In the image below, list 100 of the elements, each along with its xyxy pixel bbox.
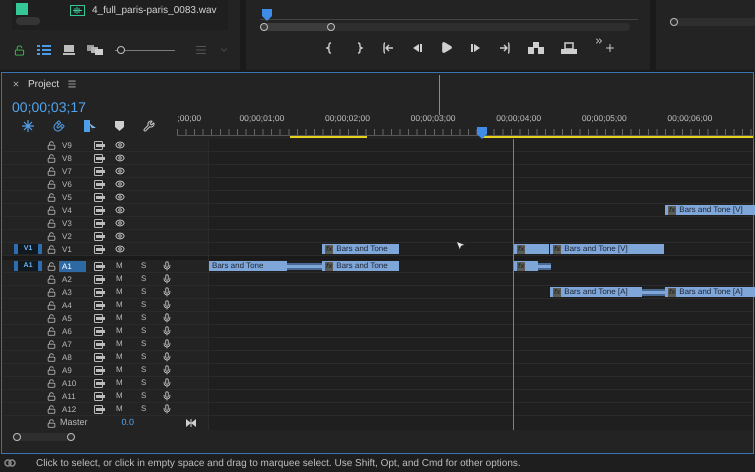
solo-toggle[interactable]: S xyxy=(141,325,153,337)
track-name[interactable]: A11 xyxy=(59,390,86,402)
sync-lock-icon[interactable] xyxy=(94,274,105,284)
eye-icon[interactable] xyxy=(115,244,125,254)
mute-toggle[interactable]: M xyxy=(116,325,128,337)
lock-icon[interactable] xyxy=(47,314,56,322)
list-view-icon[interactable] xyxy=(37,45,51,55)
microphone-icon[interactable] xyxy=(162,274,172,284)
solo-toggle[interactable]: S xyxy=(141,273,153,285)
mute-toggle[interactable]: M xyxy=(116,299,128,311)
lock-icon[interactable] xyxy=(14,44,25,56)
microphone-icon[interactable] xyxy=(162,287,172,297)
microphone-icon[interactable] xyxy=(162,300,172,310)
sync-lock-icon[interactable] xyxy=(94,192,105,202)
lock-icon[interactable] xyxy=(47,418,56,428)
sync-lock-icon[interactable] xyxy=(94,206,105,214)
lock-icon[interactable] xyxy=(47,140,56,150)
eye-icon[interactable] xyxy=(115,153,125,163)
microphone-icon[interactable] xyxy=(162,261,172,271)
sync-lock-icon[interactable] xyxy=(94,378,105,388)
track-name[interactable]: V4 xyxy=(59,204,86,216)
go-to-out-icon[interactable] xyxy=(499,42,511,54)
track-name[interactable]: A5 xyxy=(59,312,86,324)
lock-icon[interactable] xyxy=(47,166,56,176)
lock-icon[interactable] xyxy=(47,288,56,296)
lock-icon[interactable] xyxy=(47,392,56,400)
panel-tab[interactable]: Project xyxy=(28,76,60,92)
lock-icon[interactable] xyxy=(47,180,56,188)
playhead-marker[interactable] xyxy=(477,127,488,139)
overwrite-icon[interactable] xyxy=(561,42,577,54)
solo-toggle[interactable]: S xyxy=(141,312,153,324)
lock-icon[interactable] xyxy=(47,274,56,284)
sync-lock-icon[interactable] xyxy=(94,326,105,336)
eye-icon[interactable] xyxy=(115,205,125,215)
mute-toggle[interactable]: M xyxy=(116,390,128,402)
sync-lock-icon[interactable] xyxy=(94,392,105,400)
slider-thumb[interactable] xyxy=(117,46,126,54)
mute-toggle[interactable]: M xyxy=(116,338,128,350)
zoom-scrollbar[interactable] xyxy=(260,23,630,31)
microphone-icon[interactable] xyxy=(162,326,172,336)
microphone-icon[interactable] xyxy=(162,313,172,323)
close-icon[interactable] xyxy=(12,80,20,88)
solo-toggle[interactable]: S xyxy=(141,286,153,298)
sync-lock-icon[interactable] xyxy=(94,262,105,270)
sync-lock-icon[interactable] xyxy=(94,218,105,228)
solo-toggle[interactable]: S xyxy=(141,364,153,376)
track-name[interactable]: A2 xyxy=(59,274,86,284)
add-button-icon[interactable] xyxy=(604,42,616,54)
eye-icon[interactable] xyxy=(115,192,125,202)
lock-icon[interactable] xyxy=(47,352,56,362)
sync-lock-icon[interactable] xyxy=(94,154,105,162)
step-forward-icon[interactable] xyxy=(470,42,482,54)
microphone-icon[interactable] xyxy=(162,365,172,375)
eye-icon[interactable] xyxy=(115,140,125,150)
track-name[interactable]: V8 xyxy=(59,152,86,164)
eye-icon[interactable] xyxy=(115,231,125,241)
bowtie-icon[interactable] xyxy=(186,419,196,427)
track-name[interactable]: A6 xyxy=(59,326,86,336)
sync-lock-icon[interactable] xyxy=(94,366,105,374)
eye-icon[interactable] xyxy=(115,166,125,176)
lock-icon[interactable] xyxy=(47,262,56,270)
mute-toggle[interactable]: M xyxy=(116,286,128,298)
lock-icon[interactable] xyxy=(47,192,56,202)
solo-toggle[interactable]: S xyxy=(141,260,153,272)
mute-toggle[interactable]: M xyxy=(116,351,128,363)
track-name[interactable]: A12 xyxy=(59,404,86,414)
track-name[interactable]: V5 xyxy=(59,192,86,202)
step-back-icon[interactable] xyxy=(411,42,423,54)
lock-icon[interactable] xyxy=(47,218,56,228)
track-name[interactable]: V6 xyxy=(59,178,86,190)
lock-icon[interactable] xyxy=(47,378,56,388)
track-name[interactable]: A8 xyxy=(59,352,86,362)
linked-selection-icon[interactable] xyxy=(84,120,96,132)
mute-toggle[interactable]: M xyxy=(116,260,128,272)
sync-lock-icon[interactable] xyxy=(94,300,105,310)
mute-toggle[interactable]: M xyxy=(116,273,128,285)
creative-cloud-icon[interactable] xyxy=(4,458,16,468)
mute-toggle[interactable]: M xyxy=(116,364,128,376)
microphone-icon[interactable] xyxy=(162,352,172,362)
lock-icon[interactable] xyxy=(47,244,56,254)
track-name[interactable]: A9 xyxy=(59,364,86,376)
track-name[interactable]: V9 xyxy=(59,140,86,150)
sync-lock-icon[interactable] xyxy=(94,340,105,348)
timecode[interactable]: 00;00;03;17 xyxy=(12,99,178,116)
wrench-icon[interactable] xyxy=(143,120,155,132)
track-name[interactable]: V2 xyxy=(59,230,86,242)
sync-lock-icon[interactable] xyxy=(94,180,105,188)
solo-toggle[interactable]: S xyxy=(141,403,153,415)
marker-icon[interactable] xyxy=(115,121,124,131)
microphone-icon[interactable] xyxy=(162,391,172,401)
snap-icon[interactable] xyxy=(53,120,65,132)
sync-lock-icon[interactable] xyxy=(94,166,105,176)
sync-lock-icon[interactable] xyxy=(94,404,105,414)
go-to-in-icon[interactable] xyxy=(382,42,394,54)
sync-lock-icon[interactable] xyxy=(94,288,105,296)
track-name[interactable]: A1 xyxy=(59,260,86,272)
nest-icon[interactable] xyxy=(22,120,34,132)
track-name[interactable]: A7 xyxy=(59,338,86,350)
lock-icon[interactable] xyxy=(47,232,56,240)
lock-icon[interactable] xyxy=(47,340,56,348)
